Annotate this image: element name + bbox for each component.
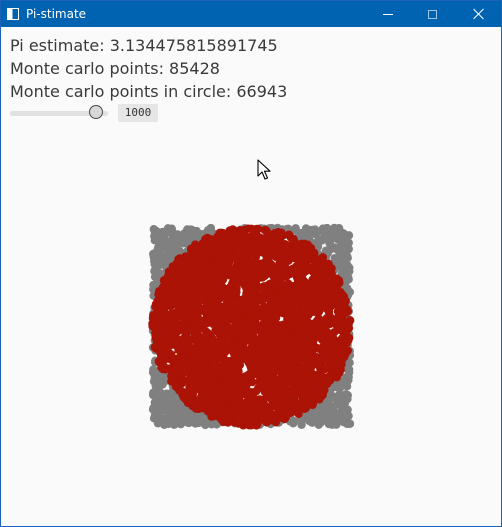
pi-estimate-label: Pi estimate: 3.134475815891745 (10, 36, 278, 55)
close-button[interactable] (456, 1, 501, 27)
slider-value-badge: 1000 (118, 104, 158, 122)
slider-thumb[interactable] (88, 105, 103, 119)
points-slider[interactable] (10, 105, 111, 121)
mouse-pointer-icon (257, 159, 271, 180)
maximize-button[interactable] (410, 1, 455, 27)
minimize-icon (382, 13, 393, 15)
close-icon (473, 8, 485, 20)
maximize-icon (428, 9, 437, 19)
points-in-circle-label: Monte carlo points in circle: 66943 (10, 82, 288, 101)
title-bar[interactable]: Pi-stimate (1, 1, 501, 27)
app-window-icon (7, 8, 19, 20)
highlight-point (175, 353, 177, 355)
minimize-button[interactable] (365, 1, 410, 27)
window-title: Pi-stimate (26, 7, 87, 21)
monte-carlo-plot (148, 223, 355, 430)
point-count-label: Monte carlo points: 85428 (10, 59, 220, 78)
app-window: Pi-stimate Pi estimate: 3.13447581589174… (0, 0, 502, 527)
